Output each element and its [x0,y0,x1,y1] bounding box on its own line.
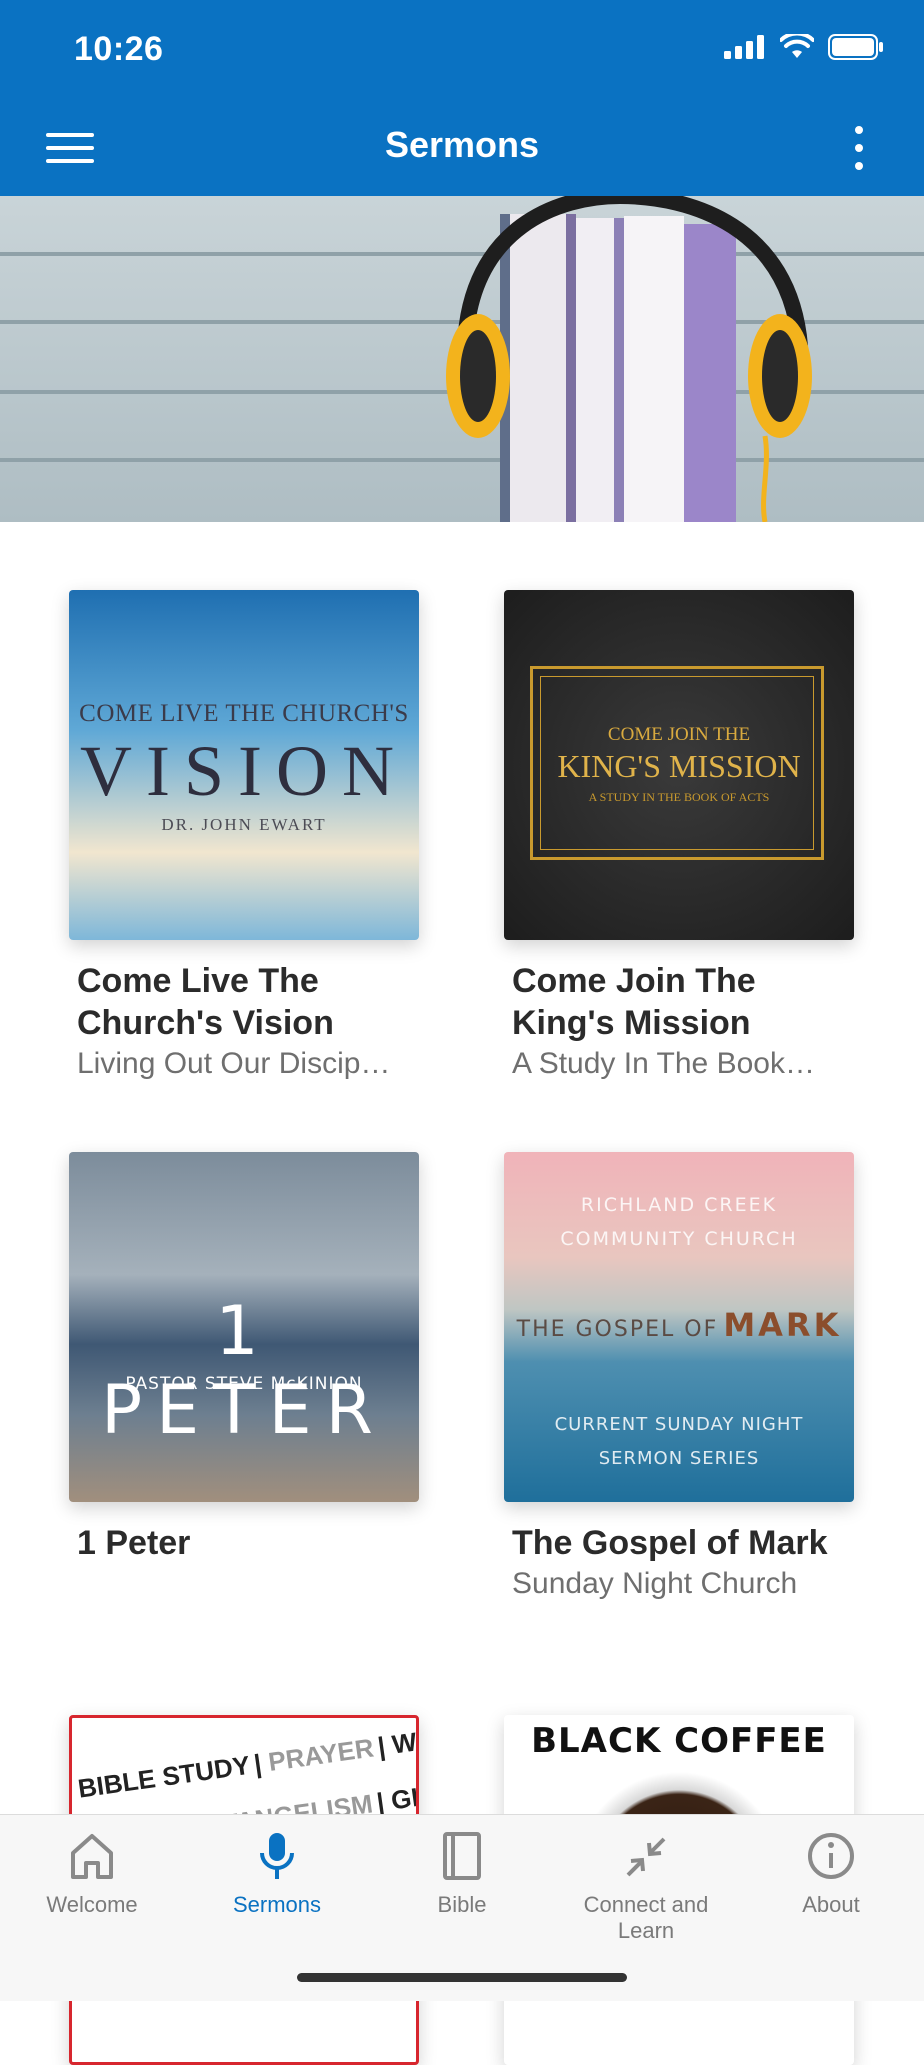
artwork-title: THE GOSPEL OF MARK [504,1306,854,1344]
artwork-text: THE GOSPEL OF [516,1317,719,1342]
artwork-text: BLACK COFFEE [531,1721,827,1761]
wifi-icon [780,34,814,58]
artwork-text: COMMUNITY CHURCH [560,1228,798,1250]
series-title: 1 Peter [77,1524,191,1562]
series-card[interactable]: COME JOIN THE KING'S MISSION A STUDY IN … [504,590,854,1084]
tab-bible[interactable]: Bible [370,1831,554,1918]
tab-sermons[interactable]: Sermons [185,1831,369,1918]
artwork-text: A STUDY IN THE BOOK OF ACTS [588,790,770,804]
arrows-in-icon [626,1837,666,1877]
series-subtitle: Sunday Night Church [512,1567,798,1600]
home-icon [71,1834,113,1879]
artwork-text: WORSHIP [390,1715,419,1760]
artwork-text: PASTOR STEVE McKINION [125,1374,363,1394]
microphone-icon [260,1833,294,1879]
series-artwork[interactable]: RICHLAND CREEK COMMUNITY CHURCH THE GOSP… [504,1152,854,1502]
tab-connect-and-learn[interactable]: Connect and Learn [554,1831,738,1944]
tab-welcome[interactable]: Welcome [0,1831,184,1918]
series-title: Come Live The Church's Vision [77,962,334,1042]
series-card[interactable]: RICHLAND CREEK COMMUNITY CHURCH THE GOSP… [504,1152,854,1604]
tab-label: Welcome [46,1892,138,1917]
artwork-text: COME JOIN THE [607,724,751,745]
battery-icon [828,34,883,60]
tab-label: Sermons [232,1892,322,1917]
artwork-text: GIVING [389,1773,419,1816]
status-time: 10:26 [74,30,164,68]
series-card[interactable]: 1 PETER PASTOR STEVE McKINION 1 Peter [69,1152,419,1564]
tab-about[interactable]: About [739,1831,923,1918]
series-title: The Gospel of Mark [512,1524,828,1562]
tab-label: Connect and Learn [583,1892,709,1943]
artwork-text: CURRENT SUNDAY NIGHT [554,1414,804,1435]
series-artwork[interactable]: COME LIVE THE CHURCH'S VISION DR. JOHN E… [69,590,419,940]
artwork-text: SERMON SERIES [598,1448,760,1469]
app-bar: Sermons [0,100,924,196]
series-card[interactable]: COME LIVE THE CHURCH'S VISION DR. JOHN E… [69,590,419,1084]
page-title: Sermons [384,124,540,165]
signal-icon [724,35,764,59]
artwork-text: DR. JOHN EWART [161,815,327,834]
artwork-text: KING'S MISSION [557,748,801,784]
status-bar: 10:26 [0,0,924,100]
artwork-text: RICHLAND CREEK [580,1194,778,1216]
hero-image [0,196,924,522]
series-title: Come Join The King's Mission [512,962,756,1042]
artwork-text: 1 PETER [101,1292,387,1450]
status-icons [724,34,884,60]
series-subtitle: Living Out Our Discip… [77,1047,391,1080]
info-icon [808,1833,854,1879]
more-options-icon[interactable] [844,122,874,174]
home-indicator[interactable] [297,1973,627,1982]
artwork-text: BIBLE STUDY [76,1749,252,1804]
artwork-text: VISION [80,731,408,811]
tab-label: About [802,1892,860,1917]
series-artwork[interactable]: COME JOIN THE KING'S MISSION A STUDY IN … [504,590,854,940]
series-artwork[interactable]: 1 PETER PASTOR STEVE McKINION [69,1152,419,1502]
artwork-text: MARK [723,1306,842,1344]
book-icon [443,1832,481,1880]
series-subtitle: A Study In The Book… [512,1047,815,1080]
artwork-text: COME LIVE THE CHURCH'S [79,700,409,727]
tab-label: Bible [437,1892,487,1917]
artwork-text: PRAYER [266,1732,376,1777]
